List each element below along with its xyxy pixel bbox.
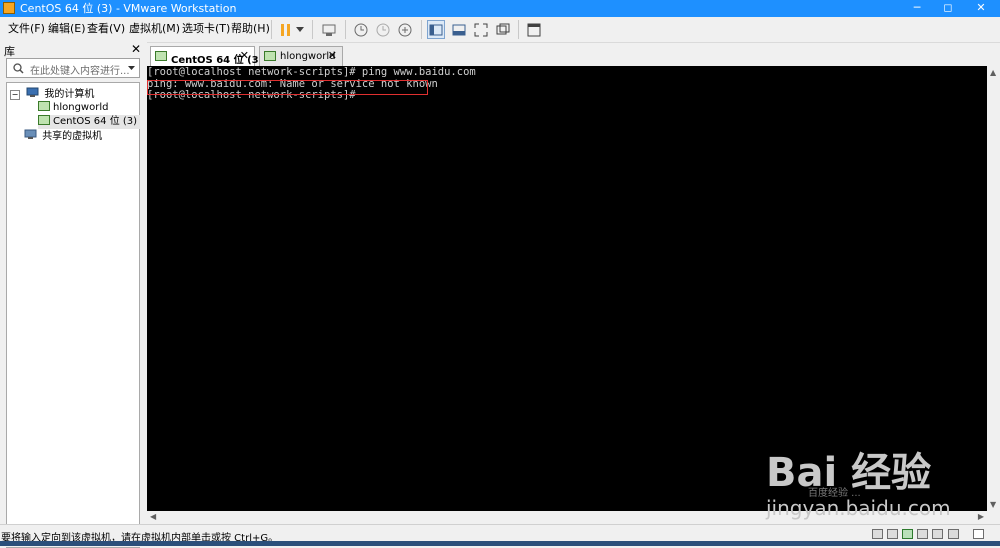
maximize-button[interactable]: ◻ [933,0,963,17]
full-screen-icon[interactable] [472,20,490,39]
tab-centos[interactable]: CentOS 64 位 (3) ✕ [150,46,263,66]
toolbar-separator [312,20,313,39]
scroll-left-icon[interactable]: ◀ [150,512,156,521]
error-highlight-box [147,80,428,95]
menu-help[interactable]: 帮助(H) [231,22,270,36]
menu-bar: 文件(F) 编辑(E) 查看(V) 虚拟机(M) 选项卡(T) 帮助(H) [0,17,1000,43]
library-tree: − 我的计算机 hlongworld CentOS 64 位 (3) 共享的虚拟… [6,82,141,548]
toolbar-separator [345,20,346,39]
pause-dropdown-chevron-icon[interactable] [295,20,305,39]
tab-bar: CentOS 64 位 (3) ✕ hlongworld ✕ [147,42,1000,66]
tree-node-vm-centos[interactable]: CentOS 64 位 (3) [38,115,141,129]
shared-vms-icon [24,129,37,139]
snapshot-manager-icon[interactable] [396,20,414,39]
computer-icon [26,87,39,97]
close-library-button[interactable]: ✕ [131,42,141,56]
library-header: 库 ✕ [0,42,147,58]
message-log-icon[interactable] [973,529,984,539]
search-icon [13,63,24,74]
tree-node-vm-hlongworld[interactable]: hlongworld [38,101,108,115]
tab-label: CentOS 64 位 (3) [171,55,264,66]
show-library-icon[interactable] [427,20,445,39]
window-title: CentOS 64 位 (3) - VMware Workstation [20,2,237,15]
tree-label-vm: CentOS 64 位 (3) [53,116,138,127]
minimize-button[interactable]: ─ [902,0,932,17]
display-icon[interactable] [948,529,959,539]
menu-vm[interactable]: 虚拟机(M) [129,22,180,36]
thumbnail-bar-icon[interactable] [450,20,468,39]
revert-snapshot-icon[interactable] [374,20,392,39]
pause-icon[interactable] [278,20,294,39]
vm-icon [38,101,50,111]
taskbar-strip [0,541,1000,546]
snapshot-icon[interactable] [352,20,370,39]
toolbar-separator [421,20,422,39]
search-dropdown-chevron-icon[interactable] [128,66,135,71]
console-view-icon[interactable] [525,20,543,39]
send-ctrl-alt-del-icon[interactable] [320,20,338,39]
tree-label-shared-vms: 共享的虚拟机 [42,131,103,142]
tree-label-my-computer: 我的计算机 [44,89,95,100]
collapse-toggle-icon[interactable]: − [10,90,20,100]
terminal-line: [root@localhost network-scripts]# ping w… [147,66,476,78]
vm-icon [155,51,167,61]
watermark-url: jingyan.baidu.com [766,496,951,520]
tree-node-my-computer[interactable]: − 我的计算机 [10,87,94,101]
network-adapter-icon[interactable] [902,529,913,539]
library-panel: 库 ✕ 在此处键入内容进行... − 我的计算机 hlongworld Cent… [0,42,147,548]
vm-icon [264,51,276,61]
tab-hlongworld[interactable]: hlongworld ✕ [259,46,343,66]
menu-edit[interactable]: 编辑(E) [48,22,86,36]
menu-view[interactable]: 查看(V) [87,22,125,36]
usb-controller-icon[interactable] [917,529,928,539]
vmware-app-icon [3,2,15,14]
toolbar-separator [271,20,272,39]
close-tab-icon[interactable]: ✕ [328,49,337,62]
baidu-watermark: Bai 经验 百度经验 ... jingyan.baidu.com [766,440,996,528]
tree-node-shared-vms[interactable]: 共享的虚拟机 [24,129,102,143]
scroll-up-icon[interactable]: ▲ [990,68,996,77]
library-title: 库 [4,45,15,58]
menu-tabs[interactable]: 选项卡(T) [182,22,230,36]
library-search-input[interactable]: 在此处键入内容进行... [6,58,140,78]
tree-label-vm: hlongworld [53,102,109,113]
close-tab-icon[interactable]: ✕ [240,49,249,62]
title-bar: CentOS 64 位 (3) - VMware Workstation ─ ◻… [0,0,1000,17]
close-window-button[interactable]: ✕ [966,0,996,17]
unity-mode-icon[interactable] [494,20,512,39]
cd-dvd-icon[interactable] [887,529,898,539]
vm-icon [38,115,50,125]
toolbar-separator [518,20,519,39]
hard-disk-icon[interactable] [872,529,883,539]
sound-card-icon[interactable] [932,529,943,539]
search-placeholder: 在此处键入内容进行... [30,66,130,77]
menu-file[interactable]: 文件(F) [8,22,45,36]
